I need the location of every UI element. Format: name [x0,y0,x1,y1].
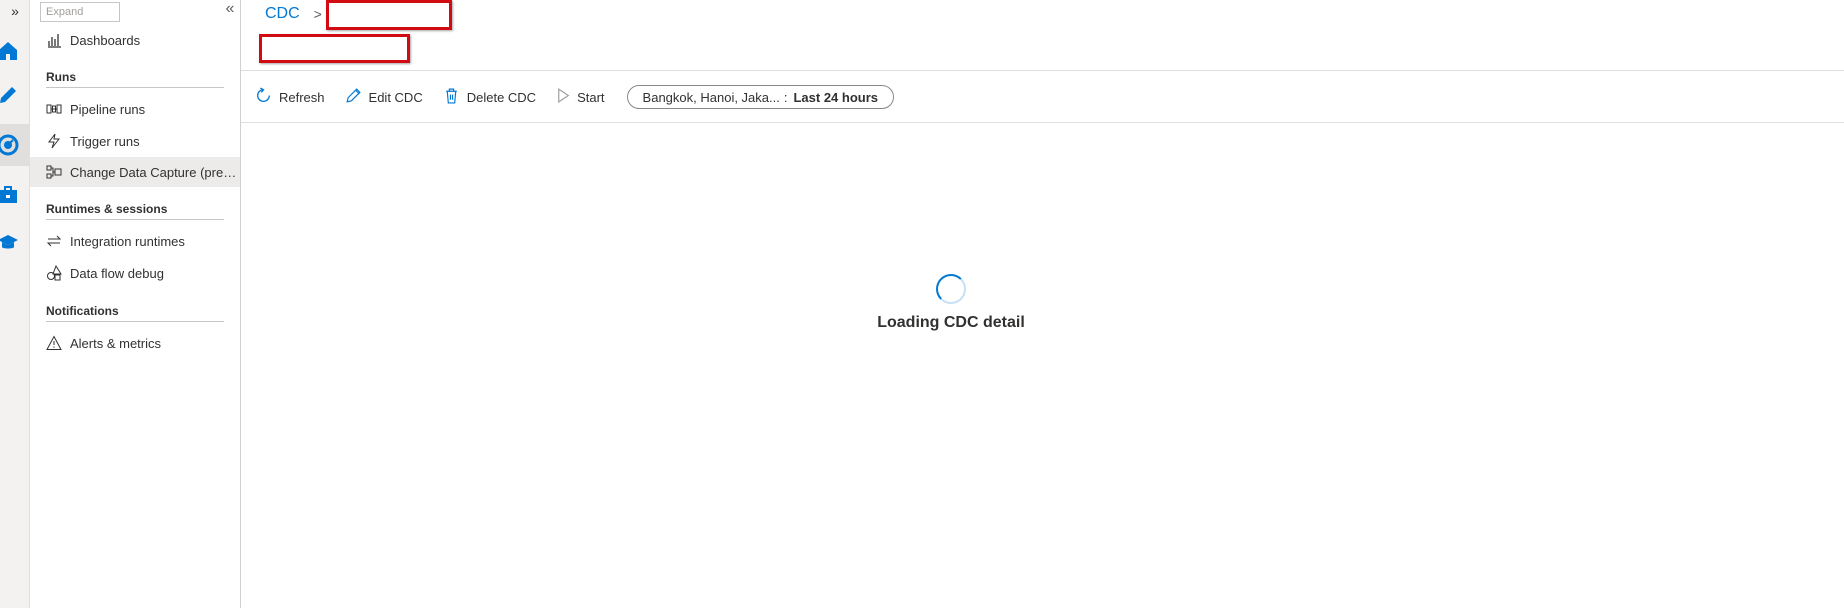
time-range-value: Last 24 hours [793,89,879,105]
nav-item-label: Change Data Capture (preview) [70,164,240,180]
nav-item-label: Integration runtimes [70,233,185,249]
trash-icon [443,87,467,107]
section-runs: Runs [46,66,224,88]
header-divider [241,70,1844,71]
monitor-gauge-icon [0,133,20,157]
nav-item-label: Dashboards [70,32,141,48]
manage-nav-button[interactable] [0,174,30,216]
edit-pencil-icon [345,87,369,107]
nav-item-data-flow-debug[interactable]: Data flow debug [30,258,240,288]
pipeline-icon [46,101,62,117]
learning-center-nav-button[interactable] [0,222,30,264]
warning-triangle-icon [46,335,62,351]
breadcrumb: CDC > [265,3,332,25]
loading-state: Loading CDC detail [241,274,1661,332]
delete-cdc-label: Delete CDC [466,89,537,105]
expand-rail-button[interactable]: » [0,0,30,22]
loading-message: Loading CDC detail [877,314,1025,331]
delete-cdc-button[interactable]: Delete CDC [443,87,536,107]
timezone-label: Bangkok, Hanoi, Jaka... [642,89,780,105]
toolbar-divider [241,122,1844,123]
nav-item-dashboards[interactable]: Dashboards [30,25,240,55]
nav-item-pipeline-runs[interactable]: Pipeline runs [30,94,240,124]
start-button[interactable]: Start [556,87,605,107]
debug-shapes-icon [46,265,62,281]
refresh-label: Refresh [279,89,325,105]
toolbox-icon [0,183,20,207]
breadcrumb-separator: > [313,6,322,22]
monitor-nav-button[interactable] [0,124,30,166]
pencil-icon [0,83,20,107]
nav-item-label: Alerts & metrics [70,335,162,351]
bar-chart-icon [46,32,62,48]
learn-cap-icon [0,231,20,255]
section-notifications: Notifications [46,300,224,322]
author-nav-button[interactable] [0,74,30,116]
section-runtimes-sessions: Runtimes & sessions [46,198,224,220]
loading-spinner-icon [936,274,966,304]
filter-separator: : [783,89,788,105]
home-icon [0,39,20,63]
expand-tooltip: Expand [40,2,120,22]
left-icon-rail: » [0,0,30,608]
nav-item-integration-runtimes[interactable]: Integration runtimes [30,226,240,256]
nav-item-alerts-metrics[interactable]: Alerts & metrics [30,328,240,358]
lightning-icon [46,133,62,149]
main-content: CDC > Refresh Edit CDC Delete CDC Start … [241,0,1844,608]
monitor-nav-pane: Expand « Dashboards Runs Pipeline runs T… [30,0,241,608]
collapse-nav-button[interactable]: « [220,0,240,20]
cdc-toolbar: Refresh Edit CDC Delete CDC Start Bangko… [255,82,895,112]
redaction-box-title [259,34,410,63]
nav-item-label: Pipeline runs [70,101,146,117]
nav-item-trigger-runs[interactable]: Trigger runs [30,126,240,156]
adf-monitor-app: » Expand « Dashboards Runs Pipeline runs… [0,0,1844,608]
time-range-filter[interactable]: Bangkok, Hanoi, Jaka... : Last 24 hours [626,85,895,109]
nav-item-label: Data flow debug [70,265,164,281]
redaction-box-breadcrumb [326,0,452,30]
cdc-icon [46,164,62,180]
refresh-button[interactable]: Refresh [255,87,325,107]
refresh-icon [255,87,279,107]
play-icon [556,87,577,107]
breadcrumb-cdc-link[interactable]: CDC [265,5,300,23]
edit-cdc-label: Edit CDC [368,89,423,105]
edit-cdc-button[interactable]: Edit CDC [345,87,423,107]
integration-runtime-icon [46,233,62,249]
start-label: Start [577,89,605,105]
nav-item-change-data-capture[interactable]: Change Data Capture (preview) [30,157,240,187]
home-nav-button[interactable] [0,30,30,72]
nav-item-label: Trigger runs [70,133,140,149]
